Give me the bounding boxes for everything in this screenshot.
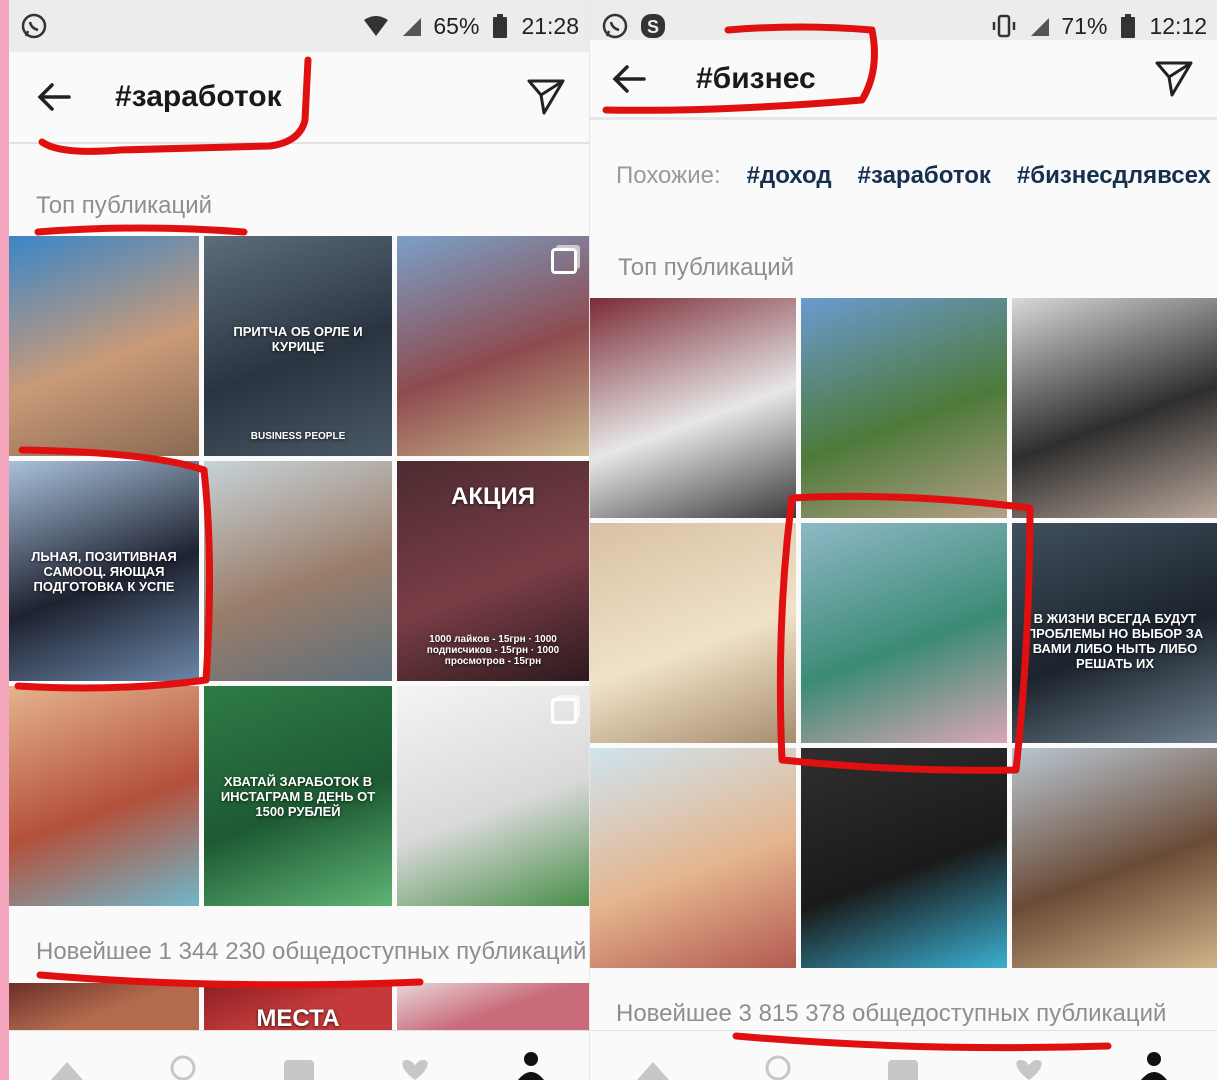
add-post-tab[interactable] bbox=[881, 1040, 925, 1080]
paper-plane-icon bbox=[527, 79, 565, 115]
profile-tab[interactable] bbox=[1132, 1040, 1176, 1080]
wifi-icon bbox=[361, 11, 391, 41]
top-posts-label: Топ публикаций bbox=[618, 254, 795, 281]
post-tile-3[interactable] bbox=[1012, 298, 1217, 518]
battery-percent: 65% bbox=[433, 12, 480, 39]
post-subcaption: BUSINESS PEOPLE bbox=[250, 431, 346, 442]
post-tile-3[interactable] bbox=[397, 236, 589, 456]
post-tile-1[interactable] bbox=[9, 236, 199, 456]
search-icon bbox=[170, 1055, 196, 1080]
public-posts-count: 1 344 230 общедоступных публикаций bbox=[158, 938, 587, 965]
post-tile-9[interactable] bbox=[1012, 748, 1217, 968]
whatsapp-icon bbox=[600, 11, 630, 41]
related-hashtags-bar: Похожие: #доход #заработок #бизнесдлявсе… bbox=[590, 145, 1217, 207]
top-posts-label: Топ публикаций bbox=[36, 192, 213, 219]
direct-share-button[interactable] bbox=[1149, 54, 1199, 104]
post-tile-1[interactable] bbox=[590, 298, 796, 518]
bottom-navigation bbox=[9, 1030, 589, 1080]
whatsapp-icon bbox=[19, 11, 49, 41]
home-icon bbox=[636, 1062, 669, 1080]
battery-icon bbox=[1113, 11, 1143, 41]
bottom-navigation bbox=[590, 1030, 1217, 1080]
paper-plane-icon bbox=[1155, 61, 1193, 96]
back-button[interactable] bbox=[29, 72, 79, 122]
post-caption: ПРИТЧА ОБ ОРЛЕ И КУРИЦЕ bbox=[233, 324, 363, 354]
post-tile-2[interactable] bbox=[801, 298, 1007, 518]
signal-icon bbox=[397, 11, 427, 41]
activity-tab[interactable] bbox=[1007, 1040, 1051, 1080]
post-tile-6[interactable]: В ЖИЗНИ ВСЕГДА БУДУТ ПРОБЛЕМЫ НО ВЫБОР З… bbox=[1012, 523, 1217, 743]
post-tile-9[interactable] bbox=[397, 686, 589, 906]
arrow-left-icon bbox=[37, 83, 71, 111]
search-icon bbox=[765, 1055, 791, 1080]
post-tile-2[interactable]: ПРИТЧА ОБ ОРЛЕ И КУРИЦЕ BUSINESS PEOPLE bbox=[204, 236, 392, 456]
top-posts-grid: ПРИТЧА ОБ ОРЛЕ И КУРИЦЕ BUSINESS PEOPLE ЛЬ… bbox=[9, 236, 589, 906]
page-edge bbox=[0, 0, 9, 1080]
status-bar: 65% 21:28 bbox=[9, 0, 589, 52]
search-tab[interactable] bbox=[161, 1040, 205, 1080]
newest-post-tile-2[interactable]: МЕСТА bbox=[204, 983, 392, 1031]
battery-icon bbox=[485, 11, 515, 41]
post-caption: ЛЬНАЯ, ПОЗИТИВНАЯ САМООЦ. ЯЮЩАЯ ПОДГОТОВ… bbox=[31, 549, 177, 594]
multiple-photos-icon bbox=[551, 248, 577, 274]
newest-post-tile-1[interactable] bbox=[9, 983, 199, 1031]
back-button[interactable] bbox=[604, 54, 654, 104]
related-tag-dohod[interactable]: #доход bbox=[747, 162, 832, 190]
newest-posts-strip: МЕСТА bbox=[9, 983, 589, 1031]
app-header: #заработок bbox=[9, 52, 589, 144]
vibrate-icon bbox=[989, 11, 1019, 41]
newest-title: Новейшее bbox=[616, 1000, 732, 1027]
post-tile-8[interactable]: ХВАТАЙ ЗАРАБОТОК В ИНСТАГРАМ В ДЕНЬ ОТ 1… bbox=[204, 686, 392, 906]
post-tile-4[interactable]: ЛЬНАЯ, ПОЗИТИВНАЯ САМООЦ. ЯЮЩАЯ ПОДГОТОВ… bbox=[9, 461, 199, 681]
signal-icon bbox=[1025, 11, 1055, 41]
profile-icon bbox=[518, 1052, 544, 1080]
post-caption: МЕСТА bbox=[256, 1005, 340, 1031]
post-tile-7[interactable] bbox=[590, 748, 796, 968]
add-icon bbox=[284, 1060, 314, 1080]
post-tile-4[interactable] bbox=[590, 523, 796, 743]
clock: 21:28 bbox=[521, 12, 579, 39]
post-caption: АКЦИЯ bbox=[450, 483, 535, 510]
post-caption: ХВАТАЙ ЗАРАБОТОК В ИНСТАГРАМ В ДЕНЬ ОТ 1… bbox=[220, 774, 376, 819]
newest-title: Новейшее bbox=[36, 938, 152, 965]
hashtag-title: #бизнес bbox=[696, 61, 816, 95]
related-label: Похожие: bbox=[616, 162, 721, 189]
post-tile-5[interactable] bbox=[801, 523, 1007, 743]
post-tile-6[interactable]: АКЦИЯ 1000 лайков - 15грн · 1000 подписчи… bbox=[397, 461, 589, 681]
direct-share-button[interactable] bbox=[521, 72, 571, 122]
arrow-left-icon bbox=[612, 64, 646, 93]
public-posts-count: 3 815 378 общедоступных публикаций bbox=[738, 1000, 1167, 1027]
clock: 12:12 bbox=[1149, 12, 1207, 39]
add-icon bbox=[888, 1060, 919, 1080]
heart-icon bbox=[402, 1060, 428, 1080]
newest-post-tile-3[interactable] bbox=[397, 983, 589, 1031]
post-tile-5[interactable] bbox=[204, 461, 392, 681]
post-subcaption: 1000 лайков - 15грн · 1000 подписчиков -… bbox=[426, 634, 560, 667]
profile-icon bbox=[1141, 1052, 1168, 1080]
screen-hashtag-biznes: S 71% 12:12 #бизнес Похожие: #доход #зар… bbox=[589, 0, 1217, 1080]
top-posts-grid: В ЖИЗНИ ВСЕГДА БУДУТ ПРОБЛЕМЫ НО ВЫБОР З… bbox=[590, 298, 1217, 968]
home-tab[interactable] bbox=[631, 1040, 675, 1080]
post-tile-8[interactable] bbox=[801, 748, 1007, 968]
multiple-photos-icon bbox=[551, 698, 577, 724]
hashtag-title: #заработок bbox=[115, 80, 282, 113]
heart-icon bbox=[1016, 1060, 1042, 1080]
home-tab[interactable] bbox=[45, 1040, 89, 1080]
post-tile-7[interactable] bbox=[9, 686, 199, 906]
screen-hashtag-zarabotok: 65% 21:28 #заработок Топ публикаций ПРИТ… bbox=[9, 0, 589, 1080]
search-tab[interactable] bbox=[756, 1040, 800, 1080]
home-icon bbox=[51, 1062, 83, 1080]
post-caption: В ЖИЗНИ ВСЕГДА БУДУТ ПРОБЛЕМЫ НО ВЫБОР З… bbox=[1026, 611, 1204, 671]
newest-label: Новейшее 1 344 230 общедоступных публика… bbox=[36, 938, 586, 966]
svg-text:S: S bbox=[647, 17, 659, 37]
app-header: #бизнес bbox=[590, 40, 1217, 120]
add-post-tab[interactable] bbox=[277, 1040, 321, 1080]
profile-tab[interactable] bbox=[509, 1040, 553, 1080]
related-tag-zarabotok[interactable]: #заработок bbox=[858, 162, 991, 190]
newest-label: Новейшее 3 815 378 общедоступных публика… bbox=[616, 1000, 1166, 1028]
skype-icon: S bbox=[638, 11, 668, 41]
battery-percent: 71% bbox=[1061, 12, 1108, 39]
related-tag-biznesdlyavseh[interactable]: #бизнесдлявсех bbox=[1017, 162, 1211, 190]
activity-tab[interactable] bbox=[393, 1040, 437, 1080]
